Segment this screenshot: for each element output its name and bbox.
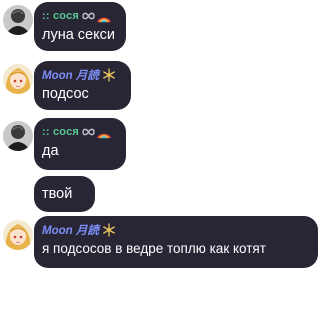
rainbow-icon <box>97 17 111 23</box>
avatar-sosya[interactable] <box>3 121 33 151</box>
avatar-sosya[interactable] <box>3 5 33 35</box>
author-name[interactable]: Moon 月読 <box>42 67 99 83</box>
snowflake-badge-icon <box>103 223 115 237</box>
infinity-icon <box>82 12 95 20</box>
author-name[interactable]: :: сося <box>42 10 79 22</box>
author-name[interactable]: Moon 月読 <box>42 222 99 238</box>
message-text: я подсосов в ведре топлю как котят <box>42 241 266 256</box>
infinity-icon <box>82 128 95 136</box>
message-bubble: Moon 月読 подсос <box>34 61 131 110</box>
message-bubble: Moon 月読 я подсосов в ведре топлю как кот… <box>34 216 318 268</box>
message-text: луна секси <box>42 27 115 43</box>
message-text: подсос <box>42 86 89 102</box>
snowflake-badge-icon <box>103 68 115 82</box>
author-name[interactable]: :: сося <box>42 126 79 138</box>
message-text: твой <box>42 186 73 202</box>
avatar-moon[interactable] <box>3 64 33 94</box>
message-bubble: :: сося да <box>34 118 126 170</box>
avatar-moon[interactable] <box>3 220 33 250</box>
message-bubble: :: сося луна секси <box>34 2 126 51</box>
message-text: да <box>42 143 59 159</box>
message-bubble: твой <box>34 176 95 212</box>
rainbow-icon <box>97 133 111 139</box>
